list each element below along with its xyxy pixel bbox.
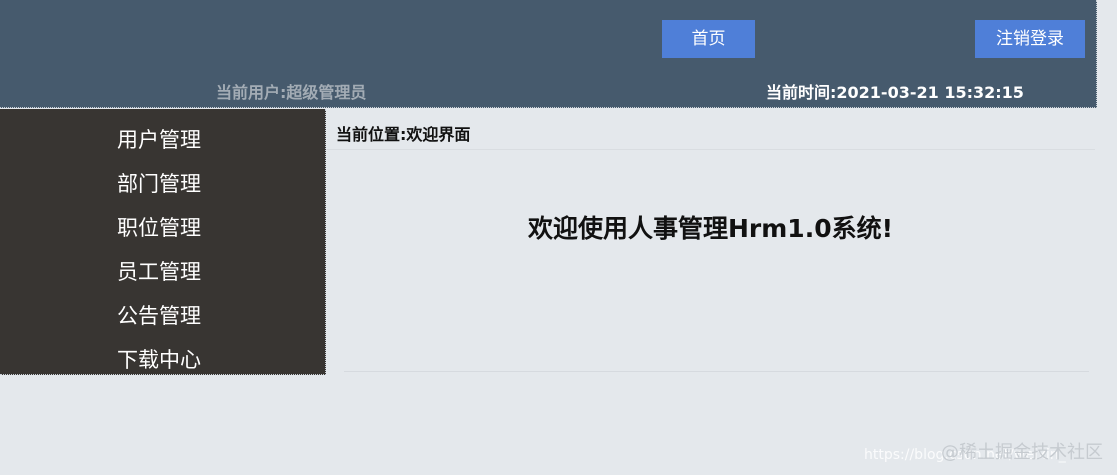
breadcrumb: 当前位置:欢迎界面 xyxy=(336,125,471,144)
top-header: 首页 注销登录 当前用户:超级管理员 当前时间:2021-03-21 15:32… xyxy=(0,0,1097,108)
welcome-message: 欢迎使用人事管理Hrm1.0系统! xyxy=(528,214,893,243)
sidebar-item-user-management[interactable]: 用户管理 xyxy=(117,124,201,154)
main-content: 当前位置:欢迎界面 欢迎使用人事管理Hrm1.0系统! xyxy=(326,109,1095,373)
content-bottom-divider xyxy=(344,371,1089,372)
watermark-brand: @稀土掘金技术社区 xyxy=(941,442,1103,463)
sidebar-item-download-center[interactable]: 下载中心 xyxy=(117,344,201,374)
sidebar-item-employee-management[interactable]: 员工管理 xyxy=(117,256,201,286)
location-divider xyxy=(326,149,1095,150)
sidebar-menu: 用户管理 部门管理 职位管理 员工管理 公告管理 下载中心 xyxy=(0,109,326,375)
current-user-text: 当前用户:超级管理员 xyxy=(216,83,367,102)
sidebar-item-department-management[interactable]: 部门管理 xyxy=(117,168,201,198)
sidebar-item-notice-management[interactable]: 公告管理 xyxy=(117,300,201,330)
sidebar-item-position-management[interactable]: 职位管理 xyxy=(117,212,201,242)
current-time-text: 当前时间:2021-03-21 15:32:15 xyxy=(766,83,1024,102)
home-button[interactable]: 首页 xyxy=(662,20,755,58)
logout-button[interactable]: 注销登录 xyxy=(975,20,1085,58)
